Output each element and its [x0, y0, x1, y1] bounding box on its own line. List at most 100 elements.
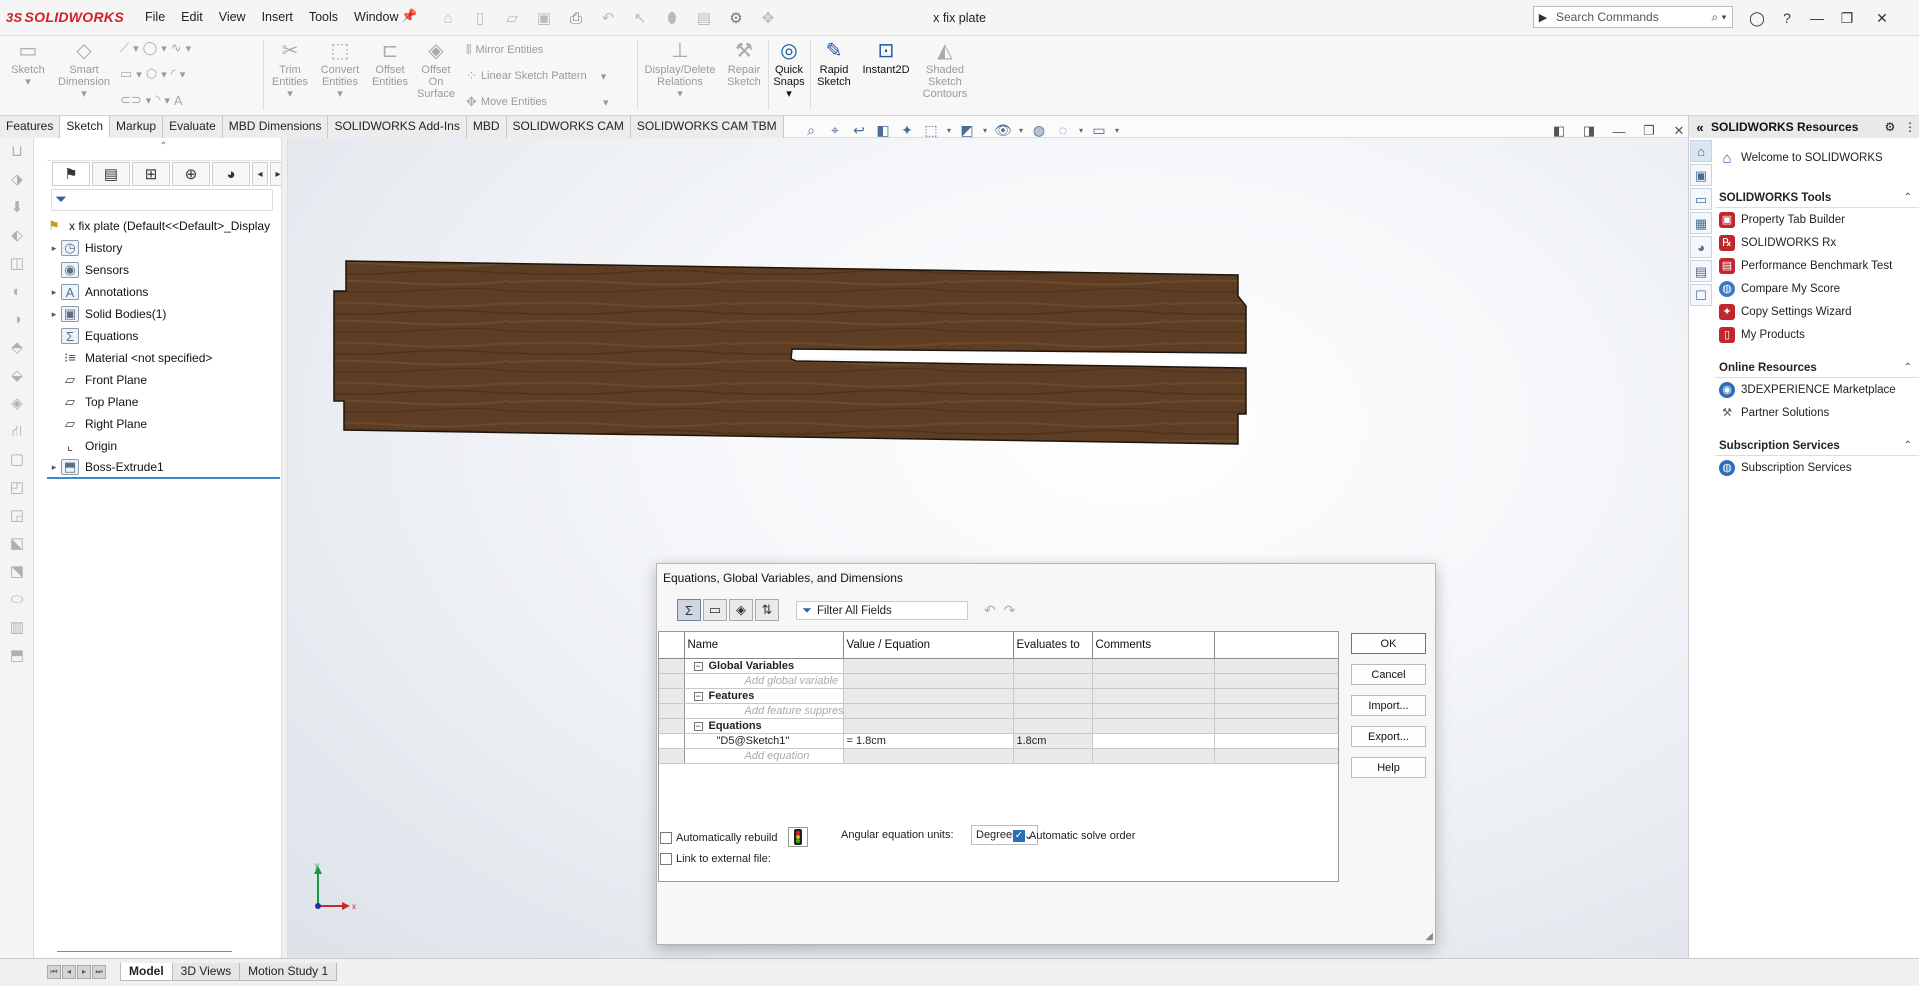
convert-entities-button[interactable]: ⬚ Convert Entities ▾ — [316, 38, 364, 100]
viewport-restore-icon[interactable]: ❐ — [1638, 122, 1660, 140]
table-row[interactable]: "D5@Sketch1" = 1.8cm 1.8cm — [659, 733, 1338, 749]
tool-5-icon[interactable]: ◫ — [0, 250, 34, 278]
tool-15-icon[interactable]: ⬕ — [0, 530, 34, 558]
view-palette-icon[interactable]: ▦ — [1690, 212, 1712, 234]
tool-3-icon[interactable]: ⬇ — [0, 194, 34, 222]
solidworks-rx-link[interactable]: ℞ SOLIDWORKS Rx — [1715, 231, 1919, 254]
viewport-left-icon[interactable]: ◧ — [1548, 122, 1570, 140]
checkbox-box[interactable] — [660, 832, 672, 844]
first-tab-icon[interactable]: ⏮ — [47, 965, 61, 979]
close-icon[interactable]: ✕ — [1862, 6, 1902, 30]
tool-1-icon[interactable]: ⊔ — [0, 138, 34, 166]
tab-mbd-dimensions[interactable]: MBD Dimensions — [222, 116, 329, 138]
restore-icon[interactable]: ❐ — [1832, 6, 1862, 30]
search-input[interactable]: Search Commands — [1552, 10, 1706, 24]
tree-item-history[interactable]: ▸ ◷ History — [47, 237, 280, 259]
home-icon[interactable]: ⌂ — [435, 5, 461, 31]
gear-icon[interactable]: ⚙ — [1880, 120, 1900, 134]
copy-settings-wizard-link[interactable]: ✦ Copy Settings Wizard — [1715, 300, 1919, 323]
subscription-services-link[interactable]: ◍ Subscription Services — [1715, 456, 1919, 479]
checkbox-box[interactable]: ✓ — [1013, 830, 1025, 842]
edit-appearance-icon[interactable]: ◍ — [1028, 120, 1050, 140]
expand-icon[interactable]: ▸ — [47, 462, 61, 473]
group-global-variables[interactable]: − Global Variables — [659, 658, 1338, 674]
tool-16-icon[interactable]: ⬔ — [0, 558, 34, 586]
account-icon[interactable]: ◯ — [1742, 6, 1772, 30]
zoom-to-area-icon[interactable]: ⌖ — [824, 120, 846, 140]
dynamic-annotation-icon[interactable]: ✦ — [896, 120, 918, 140]
group-equations[interactable]: − Equations — [659, 718, 1338, 734]
view-settings-icon[interactable]: ▭ — [1088, 120, 1110, 140]
expand-icon[interactable]: ▸ — [47, 309, 61, 320]
export-button[interactable]: Export... — [1351, 726, 1426, 747]
link-external-file-checkbox[interactable]: Link to external file: — [660, 853, 771, 865]
slot-tool[interactable]: ⊂⊃ ▾ ◝ ▾ A — [120, 92, 183, 108]
smart-dimension-button[interactable]: ◇ Smart Dimension ▾ — [54, 38, 114, 100]
trim-entities-button[interactable]: ✂ Trim Entities ▾ — [268, 38, 312, 100]
undo-icon[interactable]: ↶ — [595, 5, 621, 31]
add-global-variable-cell[interactable]: Add global variable — [684, 673, 844, 689]
select-icon[interactable]: ↖ — [627, 5, 653, 31]
marketplace-link[interactable]: ◉ 3DEXPERIENCE Marketplace — [1715, 378, 1919, 401]
tree-item-solid-bodies[interactable]: ▸ ▣ Solid Bodies(1) — [47, 303, 280, 325]
tree-item-material[interactable]: ⁝≡ Material <not specified> — [47, 347, 280, 369]
rebuild-icon[interactable]: ⬮ — [659, 5, 685, 31]
section-header[interactable]: SOLIDWORKS Tools ⌃ — [1715, 188, 1919, 208]
collapse-box-icon[interactable]: − — [693, 721, 703, 731]
viewport-close-icon[interactable]: ✕ — [1668, 122, 1690, 140]
instant2d-button[interactable]: ⊡ Instant2D — [858, 38, 914, 76]
collapse-box-icon[interactable]: − — [693, 691, 703, 701]
partner-solutions-link[interactable]: ⚒ Partner Solutions — [1715, 401, 1919, 424]
tab-motion-study-1[interactable]: Motion Study 1 — [239, 963, 338, 981]
tree-item-boss-extrude1[interactable]: ▸ ⬒ Boss-Extrude1 — [47, 457, 280, 479]
tab-markup[interactable]: Markup — [110, 116, 164, 138]
linear-sketch-pattern-button[interactable]: ⁘ Linear Sketch Pattern ▾ — [466, 68, 606, 84]
tool-7-icon[interactable]: ◑ — [0, 306, 34, 334]
checkbox-box[interactable] — [660, 853, 672, 865]
filter-all-fields[interactable]: ⏷ Filter All Fields — [796, 601, 968, 620]
my-products-link[interactable]: ▯ My Products — [1715, 323, 1919, 346]
pin-menu-icon[interactable]: 📌 — [401, 8, 417, 24]
tab-evaluate[interactable]: Evaluate — [163, 116, 223, 138]
add-equation-cell[interactable]: Add equation — [684, 748, 844, 764]
custom-properties-icon[interactable]: ▤ — [1690, 260, 1712, 282]
tab-model[interactable]: Model — [120, 963, 173, 981]
tool-18-icon[interactable]: ▥ — [0, 614, 34, 642]
pin-icon[interactable]: ⋮ — [1900, 120, 1919, 134]
configuration-manager-tab-icon[interactable]: ⊞ — [132, 162, 170, 186]
add-global-variable-row[interactable]: Add global variable — [659, 673, 1338, 689]
ordered-view-icon[interactable]: ⇅ — [755, 599, 779, 621]
auto-solve-order-checkbox[interactable]: ✓ Automatic solve order — [1013, 830, 1135, 842]
tree-root[interactable]: ⚑ x fix plate (Default<<Default>_Display — [45, 215, 280, 237]
tab-sketch[interactable]: Sketch — [60, 116, 111, 138]
search-mode-icon[interactable]: ▶ — [1534, 11, 1552, 24]
move-entities-button[interactable]: ✥ Move Entities ▾ — [466, 94, 608, 110]
tool-8-icon[interactable]: ⬘ — [0, 334, 34, 362]
section-header[interactable]: Subscription Services ⌃ — [1715, 436, 1919, 456]
search-commands[interactable]: ▶ Search Commands ⌕ ▾ — [1533, 6, 1733, 28]
equation-comment-cell[interactable] — [1092, 733, 1215, 749]
search-icon[interactable]: ⌕ ▾ — [1706, 10, 1732, 25]
customize-icon[interactable]: ✥ — [755, 5, 781, 31]
tab-3d-views[interactable]: 3D Views — [171, 963, 241, 981]
group-features[interactable]: − Features — [659, 688, 1338, 704]
tree-item-sensors[interactable]: ◉ Sensors — [47, 259, 280, 281]
new-document-icon[interactable]: ▯ — [467, 5, 493, 31]
tree-filter-field[interactable] — [51, 189, 273, 211]
design-library-icon[interactable]: ▣ — [1690, 164, 1712, 186]
tool-19-icon[interactable]: ⬒ — [0, 642, 34, 670]
minimize-icon[interactable]: — — [1802, 6, 1832, 30]
tool-9-icon[interactable]: ⬙ — [0, 362, 34, 390]
repair-sketch-button[interactable]: ⚒ Repair Sketch — [722, 38, 766, 88]
tool-6-icon[interactable]: ◐ — [0, 278, 34, 306]
tool-17-icon[interactable]: ⬭ — [0, 586, 34, 614]
expand-icon[interactable]: ▸ — [47, 243, 61, 254]
previous-view-icon[interactable]: ↩ — [848, 120, 870, 140]
menu-insert[interactable]: Insert — [254, 10, 301, 24]
file-explorer-icon[interactable]: ▭ — [1690, 188, 1712, 210]
solidworks-logo[interactable]: 3S SOLIDWORKS — [6, 9, 124, 25]
rebuild-traffic-light-icon[interactable] — [788, 827, 808, 847]
tab-scroll-left-icon[interactable]: ◂ — [252, 162, 268, 186]
compare-my-score-link[interactable]: ◍ Compare My Score — [1715, 277, 1919, 300]
equation-value-cell[interactable]: = 1.8cm — [843, 733, 1014, 749]
